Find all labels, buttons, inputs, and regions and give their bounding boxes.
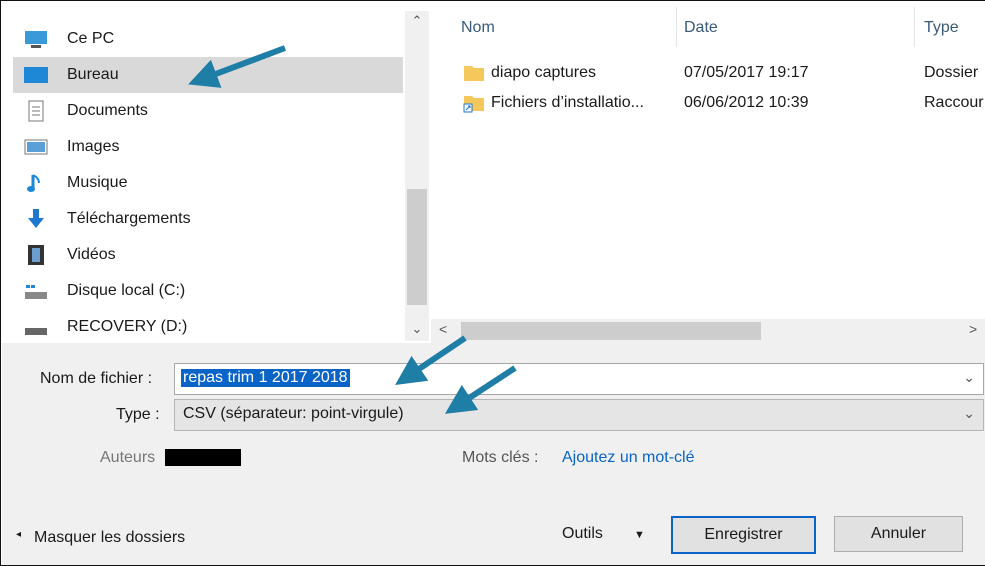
download-icon: [28, 209, 44, 228]
file-row[interactable]: Fichiers d’installatio... 06/06/2012 10:…: [461, 90, 985, 116]
chevron-down-icon[interactable]: ⌄: [963, 369, 975, 386]
column-header-date[interactable]: Date: [684, 19, 718, 37]
add-tag-link[interactable]: Ajoutez un mot-clé: [562, 449, 695, 467]
file-name: Fichiers d’installatio...: [491, 94, 644, 111]
scrollbar-thumb[interactable]: [407, 189, 427, 305]
save-as-dialog: Ce PC Bureau Documents Images Musique Té…: [0, 0, 985, 566]
drive-icon: [25, 328, 47, 335]
tools-button[interactable]: Outils: [562, 525, 603, 543]
column-header-name[interactable]: Nom: [461, 19, 495, 37]
nav-item-bureau[interactable]: Bureau: [13, 57, 403, 93]
save-form: Nom de fichier : repas trim 1 2017 2018 …: [2, 343, 985, 565]
images-icon: [24, 139, 48, 155]
nav-item-videos[interactable]: Vidéos: [13, 237, 403, 273]
nav-item-label: Disque local (C:): [67, 282, 186, 299]
nav-item-disque-local[interactable]: Disque local (C:): [13, 273, 403, 309]
column-separator: [914, 7, 915, 47]
file-date: 06/06/2012 10:39: [684, 94, 809, 111]
cancel-button-label: Annuler: [870, 525, 927, 542]
nav-item-label: Ce PC: [67, 30, 115, 47]
filename-value: repas trim 1 2017 2018: [181, 369, 350, 387]
filename-field[interactable]: repas trim 1 2017 2018 ⌄: [174, 363, 984, 395]
nav-item-label: Bureau: [67, 66, 119, 83]
authors-label: Auteurs: [100, 449, 156, 466]
cancel-button[interactable]: Annuler: [834, 516, 963, 552]
type-label: Type :: [116, 406, 160, 423]
redacted-author: [165, 449, 241, 466]
type-select[interactable]: CSV (séparateur: point-virgule) ⌄: [174, 399, 984, 431]
nav-item-documents[interactable]: Documents: [13, 93, 403, 129]
nav-item-label: Images: [67, 138, 120, 155]
file-name: diapo captures: [491, 64, 596, 81]
scroll-right-icon[interactable]: >: [969, 321, 977, 337]
hide-folders-button[interactable]: Masquer les dossiers: [34, 529, 185, 547]
filename-label: Nom de fichier :: [40, 370, 153, 387]
scroll-up-icon[interactable]: ⌃: [405, 13, 429, 29]
file-type: Raccour: [924, 94, 984, 111]
nav-item-telechargements[interactable]: Téléchargements: [13, 201, 403, 237]
nav-item-label: RECOVERY (D:): [67, 318, 188, 335]
chevron-down-icon[interactable]: ⌄: [963, 405, 975, 422]
save-button[interactable]: Enregistrer: [671, 516, 816, 554]
nav-item-label: Vidéos: [67, 246, 116, 263]
music-icon: [27, 174, 40, 192]
nav-item-label: Téléchargements: [67, 210, 191, 227]
folder-icon: [464, 66, 484, 81]
dropdown-arrow-icon[interactable]: ▼: [634, 529, 645, 541]
nav-item-musique[interactable]: Musique: [13, 165, 403, 201]
nav-item-ce-pc[interactable]: Ce PC: [13, 21, 403, 57]
file-list: Nom Date Type diapo captures 07/05/2017 …: [431, 1, 985, 341]
column-separator: [676, 7, 677, 47]
scrollbar-thumb[interactable]: [461, 322, 761, 340]
file-date: 07/05/2017 19:17: [684, 64, 809, 81]
nav-item-label: Documents: [67, 102, 148, 119]
file-list-hscrollbar[interactable]: < >: [431, 319, 985, 343]
collapse-arrow-icon[interactable]: ◂: [16, 529, 21, 540]
scroll-down-icon[interactable]: ⌄: [405, 321, 429, 337]
navigation-scrollbar[interactable]: ⌃ ⌄: [405, 11, 429, 341]
save-button-label: Enregistrer: [704, 526, 783, 543]
file-row[interactable]: diapo captures 07/05/2017 19:17 Dossier: [461, 60, 985, 86]
desktop-icon: [24, 67, 48, 83]
type-value: CSV (séparateur: point-virgule): [183, 405, 404, 422]
nav-item-recovery[interactable]: RECOVERY (D:): [13, 309, 403, 345]
scroll-left-icon[interactable]: <: [439, 321, 447, 337]
documents-icon: [28, 100, 44, 122]
nav-item-images[interactable]: Images: [13, 129, 403, 165]
shortcut-folder-icon: [463, 96, 484, 113]
local-disk-icon: [25, 285, 47, 299]
navigation-pane: Ce PC Bureau Documents Images Musique Té…: [13, 11, 405, 341]
computer-icon: [25, 31, 47, 48]
file-type: Dossier: [924, 64, 979, 81]
column-header-type[interactable]: Type: [924, 19, 959, 37]
videos-icon: [28, 245, 44, 265]
nav-item-label: Musique: [67, 174, 128, 191]
tags-label: Mots clés :: [462, 449, 539, 466]
